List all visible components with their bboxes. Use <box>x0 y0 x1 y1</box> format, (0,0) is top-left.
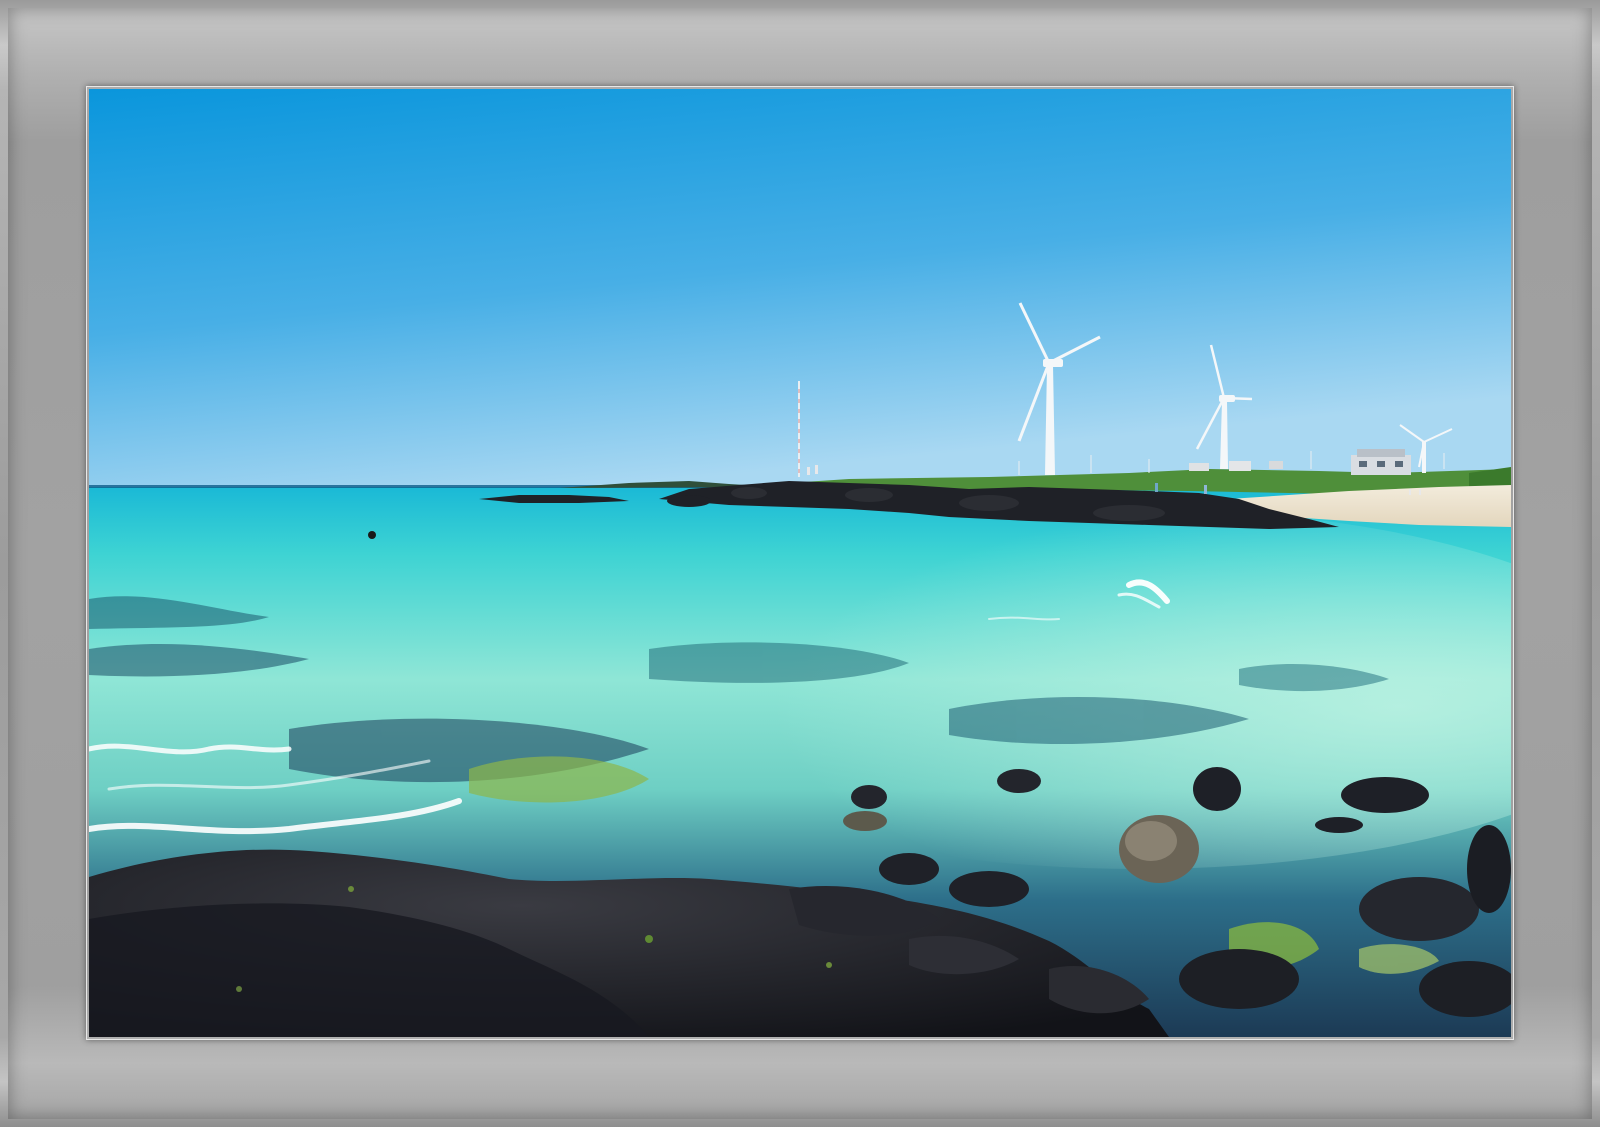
seascape-photo <box>89 89 1511 1037</box>
photo-frame <box>0 0 1600 1127</box>
swimmer <box>368 531 376 539</box>
